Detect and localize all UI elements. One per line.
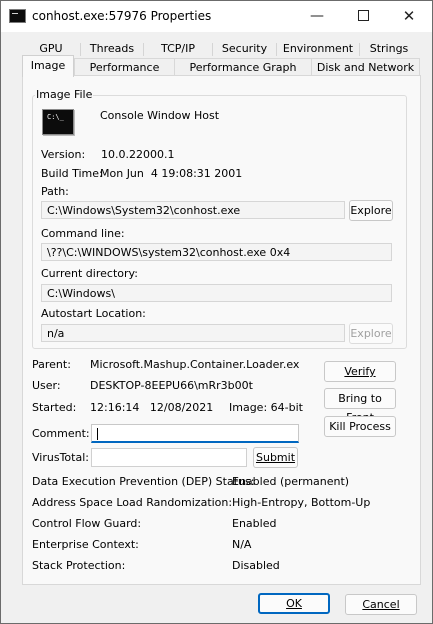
window-title: conhost.exe:57976 Properties xyxy=(32,9,212,23)
version-label: Version: xyxy=(41,148,86,161)
properties-window: conhost.exe:57976 Properties — ✕ GPU Gra… xyxy=(0,0,433,624)
tab-image[interactable]: Image xyxy=(22,55,74,77)
kill-process-label: Kill Process xyxy=(329,420,391,433)
bring-to-front-button[interactable]: Bring to Front xyxy=(324,388,396,424)
current-directory-label: Current directory: xyxy=(41,267,138,280)
explore-path-button[interactable]: Explore xyxy=(349,200,393,221)
title-bar[interactable]: conhost.exe:57976 Properties — ✕ xyxy=(1,1,432,32)
text-caret xyxy=(97,428,98,440)
tab-disk-and-network[interactable]: Disk and Network xyxy=(311,58,420,76)
minimize-icon: — xyxy=(310,8,324,24)
image-bits: Image: 64-bit xyxy=(229,401,303,414)
minimize-button[interactable]: — xyxy=(294,1,340,32)
tab-performance-graph[interactable]: Performance Graph xyxy=(174,58,312,76)
command-line-label: Command line: xyxy=(41,227,125,240)
parent-label: Parent: xyxy=(32,358,71,371)
close-button[interactable]: ✕ xyxy=(386,1,432,32)
comment-label: Comment: xyxy=(32,427,90,440)
explore-autostart-button[interactable]: Explore xyxy=(349,323,393,344)
submit-button-label: Submit xyxy=(255,451,296,464)
started-label: Started: xyxy=(32,401,77,414)
maximize-icon xyxy=(357,9,369,21)
path-label: Path: xyxy=(41,185,69,198)
image-file-group-title: Image File xyxy=(35,88,94,101)
ok-button-label: OK xyxy=(286,597,302,610)
aslr-label: Address Space Load Randomization: xyxy=(32,496,233,509)
tab-security[interactable]: Security xyxy=(213,40,276,57)
console-window-icon: C:\_ xyxy=(42,109,74,135)
ok-button[interactable]: OK xyxy=(258,593,330,614)
verify-button[interactable]: Verify xyxy=(324,361,396,382)
cancel-button-label: Cancel xyxy=(362,598,400,611)
autostart-field[interactable]: n/a xyxy=(41,324,345,342)
autostart-label: Autostart Location: xyxy=(41,307,146,320)
tab-tcp-ip[interactable]: TCP/IP xyxy=(144,40,212,57)
version-value: 10.0.22000.1 xyxy=(101,148,175,161)
virustotal-label: VirusTotal: xyxy=(32,451,89,464)
maximize-button[interactable] xyxy=(340,1,386,32)
tab-threads[interactable]: Threads xyxy=(81,40,143,57)
started-value: 12:16:14 12/08/2021 xyxy=(90,401,214,414)
image-description: Console Window Host xyxy=(100,109,220,122)
tab-performance[interactable]: Performance xyxy=(74,58,175,76)
cfg-label: Control Flow Guard: xyxy=(32,517,142,530)
comment-input[interactable] xyxy=(91,424,299,443)
stack-protection-value: Disabled xyxy=(232,559,280,572)
user-label: User: xyxy=(32,379,61,392)
dep-value: Enabled (permanent) xyxy=(232,475,350,488)
stack-protection-label: Stack Protection: xyxy=(32,559,126,572)
verify-button-label: Verify xyxy=(344,365,376,378)
command-line-field[interactable]: \??\C:\WINDOWS\system32\conhost.exe 0x4 xyxy=(41,243,392,261)
console-app-icon xyxy=(9,9,26,23)
aslr-value: High-Entropy, Bottom-Up xyxy=(232,496,371,509)
current-directory-field[interactable]: C:\Windows\ xyxy=(41,284,392,302)
user-value: DESKTOP-8EEPU66\mRr3b00t xyxy=(90,379,253,392)
tab-strings[interactable]: Strings xyxy=(360,40,418,57)
path-field[interactable]: C:\Windows\System32\conhost.exe xyxy=(41,201,345,219)
console-window-icon-text: C:\_ xyxy=(47,113,64,121)
enterprise-context-label: Enterprise Context: xyxy=(32,538,139,551)
build-time-value: Mon Jun 4 19:08:31 2001 xyxy=(100,167,243,180)
parent-value: Microsoft.Mashup.Container.Loader.ex xyxy=(90,358,300,371)
cancel-button[interactable]: Cancel xyxy=(345,594,417,615)
enterprise-context-value: N/A xyxy=(232,538,252,551)
submit-button[interactable]: Submit xyxy=(253,447,298,468)
cfg-value: Enabled xyxy=(232,517,277,530)
virustotal-field[interactable] xyxy=(91,448,247,467)
build-time-label: Build Time: xyxy=(41,167,103,180)
tab-environment[interactable]: Environment xyxy=(277,40,359,57)
kill-process-button[interactable]: Kill Process xyxy=(324,416,396,437)
dep-label: Data Execution Prevention (DEP) Status: xyxy=(32,475,255,488)
close-icon: ✕ xyxy=(402,7,416,25)
